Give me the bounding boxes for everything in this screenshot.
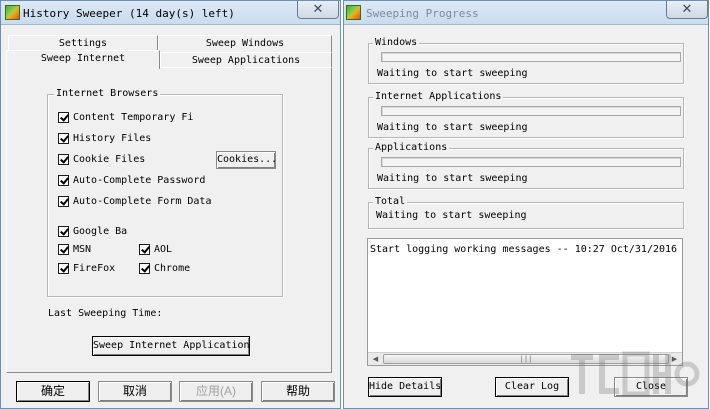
- windows-status-text: Waiting to start sweeping: [377, 68, 528, 79]
- total-progress-group: Total Waiting to start sweeping: [368, 196, 684, 229]
- checkbox-check: [58, 244, 69, 255]
- cookie-files-checkbox[interactable]: Cookie Files: [58, 154, 145, 168]
- checkbox-check: [58, 196, 69, 207]
- group-title: Total: [373, 196, 408, 207]
- firefox-checkbox[interactable]: FireFox: [58, 263, 115, 277]
- checkbox-check: [139, 263, 150, 274]
- windows-progress-group: Windows Waiting to start sweeping: [368, 37, 684, 84]
- close-icon: ✕: [681, 2, 693, 17]
- checkbox-check: [58, 263, 69, 274]
- cookies-button[interactable]: Cookies...: [216, 151, 276, 169]
- app-icon: [5, 5, 20, 20]
- title-bar[interactable]: History Sweeper (14 day(s) left) ✕: [1, 1, 340, 25]
- checkbox-check: [58, 226, 69, 237]
- sweep-internet-applications-button[interactable]: Sweep Internet Applications: [92, 336, 250, 356]
- checkbox-label: Auto-Complete Password: [73, 175, 206, 186]
- cancel-button[interactable]: 取消: [98, 381, 172, 402]
- checkbox-check: [58, 133, 69, 144]
- close-icon: ✕: [312, 2, 324, 17]
- history-files-checkbox[interactable]: History Files: [58, 133, 151, 147]
- checkbox-label: Auto-Complete Form Data: [73, 196, 212, 207]
- tab-sweep-windows[interactable]: Sweep Windows: [158, 35, 332, 52]
- checkbox-label: AOL: [154, 244, 173, 255]
- close-window-button[interactable]: ✕: [666, 1, 708, 19]
- autocomplete-form-data-checkbox[interactable]: Auto-Complete Form Data: [58, 196, 211, 210]
- hide-details-button[interactable]: Hide Details: [368, 377, 442, 397]
- last-sweeping-time-label: Last Sweeping Time:: [48, 308, 163, 319]
- scroll-grip-icon: |||: [519, 355, 533, 363]
- apply-button: 应用(A): [179, 381, 253, 402]
- checkbox-label: Cookie Files: [73, 154, 146, 165]
- title-bar[interactable]: Sweeping Progress ✕: [344, 1, 708, 25]
- checkbox-check: [58, 154, 69, 165]
- aol-checkbox[interactable]: AOL: [139, 244, 172, 258]
- checkbox-check: [58, 175, 69, 186]
- checkbox-label: History Files: [73, 133, 152, 144]
- log-textbox[interactable]: Start logging working messages -- 10:27 …: [367, 238, 683, 366]
- app-icon: [346, 5, 361, 20]
- applications-status-text: Waiting to start sweeping: [377, 173, 528, 184]
- checkbox-label: MSN: [73, 244, 92, 255]
- log-line: Start logging working messages -- 10:27 …: [370, 244, 678, 255]
- group-title: Applications: [373, 142, 450, 153]
- group-title: Internet Browsers: [54, 88, 161, 99]
- internet-applications-progress-bar: [381, 106, 681, 116]
- window-title: History Sweeper (14 day(s) left): [23, 7, 235, 20]
- window-title: Sweeping Progress: [366, 7, 479, 20]
- chrome-checkbox[interactable]: Chrome: [139, 263, 190, 277]
- checkbox-label: Google Ba: [73, 226, 128, 237]
- scroll-left-icon[interactable]: ◀: [369, 354, 382, 365]
- checkbox-label: Content Temporary Fi: [73, 112, 194, 123]
- total-status-text: Waiting to start sweeping: [376, 210, 527, 221]
- internet-applications-progress-group: Internet Applications Waiting to start s…: [368, 91, 684, 138]
- group-title: Internet Applications: [373, 91, 504, 102]
- history-sweeper-window: History Sweeper (14 day(s) left) ✕ Setti…: [0, 0, 341, 409]
- internet-browsers-group: Internet Browsers Content Temporary Fi H…: [47, 88, 283, 297]
- content-temporary-files-checkbox[interactable]: Content Temporary Fi: [58, 112, 193, 126]
- group-title: Windows: [373, 37, 420, 48]
- checkbox-label: FireFox: [73, 263, 116, 274]
- watermark-logo-icon: [571, 351, 700, 397]
- close-window-button[interactable]: ✕: [297, 1, 339, 19]
- applications-progress-group: Applications Waiting to start sweeping: [368, 142, 684, 189]
- ok-button[interactable]: 确定: [16, 381, 90, 402]
- checkbox-label: Chrome: [154, 263, 191, 274]
- applications-progress-bar: [381, 157, 681, 167]
- clear-log-button[interactable]: Clear Log: [495, 377, 569, 397]
- checkbox-check: [139, 244, 150, 255]
- tab-sweep-internet[interactable]: Sweep Internet: [6, 50, 160, 69]
- msn-checkbox[interactable]: MSN: [58, 244, 91, 258]
- help-button[interactable]: 帮助: [261, 381, 335, 402]
- google-bar-checkbox[interactable]: Google Ba: [58, 226, 127, 240]
- sweep-internet-panel: Internet Browsers Content Temporary Fi H…: [6, 67, 332, 373]
- autocomplete-password-checkbox[interactable]: Auto-Complete Password: [58, 175, 205, 189]
- windows-progress-bar: [381, 52, 681, 62]
- internet-applications-status-text: Waiting to start sweeping: [377, 122, 528, 133]
- checkbox-check: [58, 112, 69, 123]
